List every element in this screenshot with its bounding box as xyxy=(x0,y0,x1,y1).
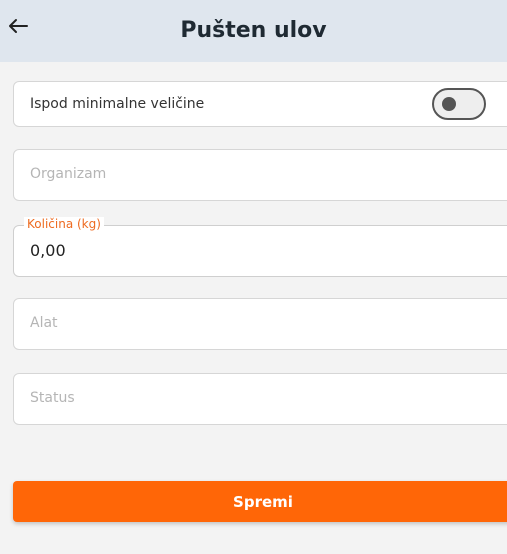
toggle-knob xyxy=(442,97,456,111)
back-button[interactable] xyxy=(6,16,30,40)
organizam-field[interactable]: Organizam xyxy=(13,149,507,201)
below-min-size-label: Ispod minimalne veličine xyxy=(30,96,205,112)
alat-placeholder: Alat xyxy=(30,315,58,331)
below-min-size-row[interactable]: Ispod minimalne veličine xyxy=(13,81,507,127)
organizam-placeholder: Organizam xyxy=(30,166,107,182)
app-header: Pušten ulov xyxy=(0,0,507,62)
save-button[interactable]: Spremi xyxy=(13,481,507,522)
arrow-left-icon xyxy=(8,18,28,38)
page-title: Pušten ulov xyxy=(180,18,327,43)
status-placeholder: Status xyxy=(30,390,75,406)
kolicina-field[interactable]: Količina (kg) 0,00 xyxy=(13,217,507,277)
kolicina-value: 0,00 xyxy=(30,241,66,260)
kolicina-label: Količina (kg) xyxy=(24,217,104,231)
alat-field[interactable]: Alat xyxy=(13,298,507,350)
below-min-size-toggle[interactable] xyxy=(432,88,486,120)
status-field[interactable]: Status xyxy=(13,373,507,425)
